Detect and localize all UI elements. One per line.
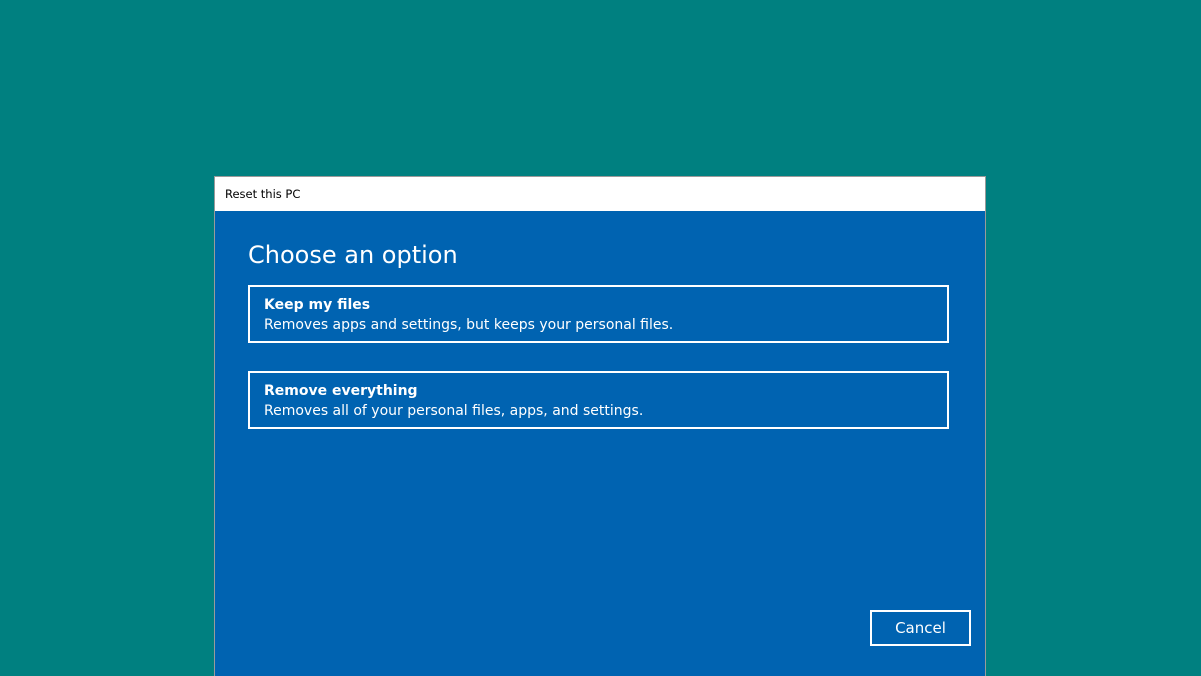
cancel-button[interactable]: Cancel (870, 610, 971, 646)
keep-my-files-option[interactable]: Keep my files Removes apps and settings,… (248, 285, 949, 343)
window-title: Reset this PC (225, 187, 301, 201)
dialog-content: Choose an option Keep my files Removes a… (215, 238, 985, 429)
title-bar: Reset this PC (215, 177, 985, 211)
reset-pc-dialog: Reset this PC Choose an option Keep my f… (214, 176, 986, 676)
page-title: Choose an option (248, 241, 458, 269)
option-title: Remove everything (264, 383, 418, 399)
remove-everything-option[interactable]: Remove everything Removes all of your pe… (248, 371, 949, 429)
desktop: Reset this PC Choose an option Keep my f… (0, 0, 1201, 676)
option-title: Keep my files (264, 297, 371, 313)
option-description: Removes all of your personal files, apps… (264, 403, 644, 419)
option-description: Removes apps and settings, but keeps you… (264, 317, 674, 333)
